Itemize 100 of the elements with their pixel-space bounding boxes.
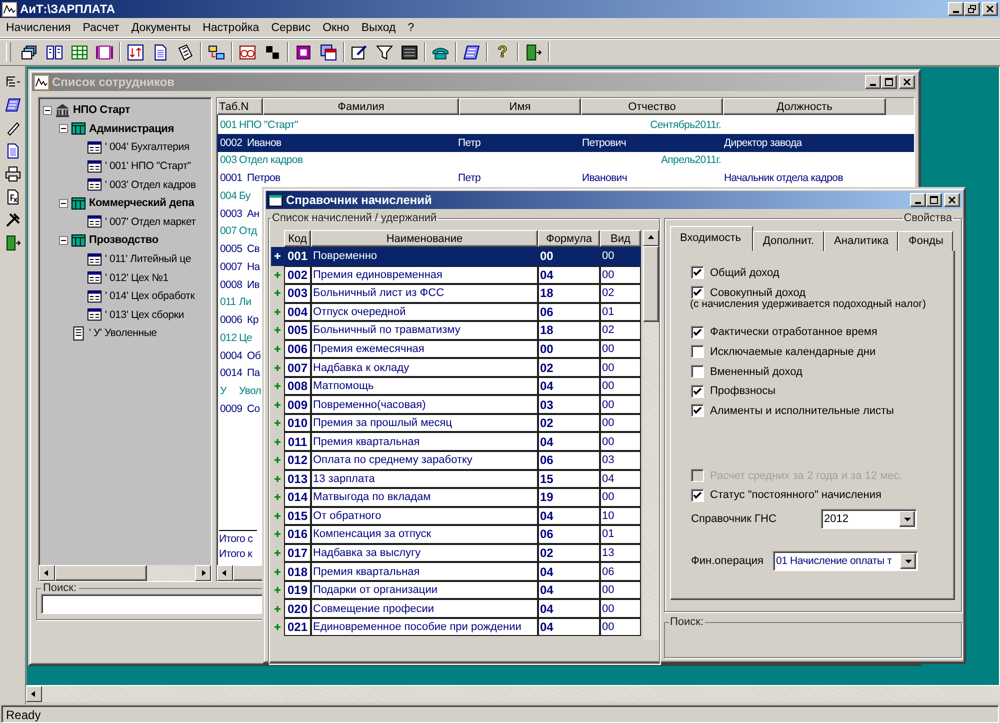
minimize-button[interactable] [948,2,964,16]
list-icon[interactable] [4,97,20,113]
table-row[interactable]: 004 Отпуск очередной 06 01 [271,302,641,322]
table-row[interactable]: 018 Премия квартальная 04 06 [271,562,641,581]
column-header[interactable]: Должность [723,98,886,115]
tree-item[interactable]: ' 012' Цех №1 [105,272,168,284]
tree-item[interactable]: Администрация [89,122,174,135]
table-row[interactable]: 016 Компенсация за отпуск 06 01 [271,525,641,544]
checkbox[interactable] [691,286,704,300]
frame-icon[interactable] [295,44,312,60]
columns-icon[interactable] [46,44,63,60]
tree-item[interactable]: ' 013' Цех сборки [105,308,184,321]
exit-icon[interactable] [4,235,20,251]
table-row[interactable]: 006 Премия ежемесячная 00 00 [271,340,641,358]
collapse-icon[interactable] [59,198,68,208]
grid-icon[interactable] [71,44,88,60]
glasses-icon[interactable] [239,44,256,60]
table-row[interactable]: 019 Подарки от организации 04 00 [271,580,641,600]
table-row[interactable]: 0002 Иванов Петр Петрович Директор завода [217,134,914,152]
formula-document-icon[interactable] [4,189,20,205]
maximize-button[interactable] [926,193,942,207]
checkbox[interactable] [691,384,704,398]
tree-item[interactable]: Коммерческий депа [89,197,194,210]
tools-icon[interactable] [4,212,20,228]
edit-icon[interactable] [351,44,368,60]
table-row[interactable]: 014 Матвыгода по вкладам 19 00 [271,488,641,507]
minimize-button[interactable] [910,193,926,207]
printer-icon[interactable] [4,166,20,182]
restore-button[interactable] [964,2,980,16]
table-row[interactable]: 009 Повременно(часовая) 03 00 [271,395,641,414]
menu-item[interactable]: Расчет [76,22,126,34]
collapse-icon[interactable] [59,236,68,245]
column-header[interactable]: Таб.N [217,98,263,115]
table-row[interactable]: 001 Повременно 00 00 [271,247,641,266]
table-row[interactable]: 0001 Петров Петр Иванович Начальник отдела кадров [217,169,914,187]
checkbox[interactable] [691,345,704,358]
eraser-icon[interactable] [4,120,20,136]
table-row[interactable]: 015 От обратного 04 10 [271,506,641,526]
checkbox[interactable] [691,365,704,378]
calculator-icon[interactable] [401,44,418,60]
tree-item[interactable]: Прозводство [89,234,158,246]
table-row[interactable]: 003 Больничный лист из ФСС 18 02 [271,284,641,303]
column-header[interactable]: Код [284,230,311,247]
table-row[interactable]: 013 13 зарплата 15 04 [271,470,641,488]
table-row[interactable]: 021 Единовременное пособие при рождении 04 00 [271,618,641,636]
column-header[interactable]: Фамилия [263,98,459,115]
operation-dropdown[interactable]: 01 Начисление оплаты т [773,551,918,572]
tree-item[interactable]: ' У' Уволенные [89,327,157,340]
bracket-icon[interactable] [96,44,113,60]
vertical-scrollbar[interactable] [643,230,659,640]
menu-item[interactable]: ? [402,22,420,34]
document-icon[interactable] [4,143,20,159]
column-header[interactable]: Формула [538,230,600,247]
table-row[interactable]: 005 Больничный по травматизму 18 02 [271,321,641,340]
table-row[interactable]: 003 Отдел кадров Апрель2011г. [217,152,914,170]
calendar-icon[interactable] [320,44,337,60]
menu-item[interactable]: Настройка [196,22,266,34]
table-row[interactable]: 010 Премия за прошлый месяц 02 00 [271,414,641,432]
document-icon[interactable] [152,44,169,60]
tab[interactable]: Фонды [898,231,954,251]
menu-item[interactable]: Выход [355,22,402,34]
checker-icon[interactable] [264,44,281,60]
table-row[interactable]: 002 Премия единовременная 04 00 [271,266,641,284]
year-dropdown[interactable]: 2012 [821,509,917,530]
close-button[interactable] [944,193,960,207]
table-row[interactable]: 001 НПО "Старт" Сентябрь2011г. [217,116,914,134]
close-button[interactable] [982,2,998,16]
tab[interactable]: Аналитика [824,231,898,251]
checkbox[interactable] [691,266,704,280]
list-icon[interactable] [463,44,480,60]
tab[interactable]: Дополнит. [752,231,824,251]
table-row[interactable]: 008 Матпомощь 04 00 [271,376,641,396]
exit-icon[interactable] [525,44,542,60]
tree-item[interactable]: ' 004' Бухгалтерия [105,141,190,154]
column-header[interactable]: Имя [459,98,581,115]
tree-item[interactable]: НПО Старт [73,104,130,116]
tree-item[interactable]: ' 014' Цех обработк [105,290,195,302]
checkbox[interactable] [691,488,704,502]
tab[interactable]: Входимость [670,226,753,251]
sort-icon[interactable] [127,44,144,60]
tree-item[interactable]: ' 001' НПО "Старт" [105,160,191,172]
checkbox[interactable] [691,326,704,339]
horizontal-scrollbar[interactable] [39,565,211,581]
table-row[interactable]: 012 Оплата по среднему заработку 06 03 [271,451,641,470]
windows-icon[interactable] [21,44,38,60]
column-header[interactable]: Отчество [581,98,723,115]
collapse-icon[interactable] [43,106,52,115]
menu-item[interactable]: Документы [125,22,197,34]
scrollbar-thumb[interactable] [643,246,659,322]
menu-item[interactable]: Сервис [265,22,317,34]
scrollbar-thumb[interactable] [55,565,147,581]
menu-item[interactable]: Начисления [0,22,77,34]
collapse-icon[interactable] [59,124,68,134]
table-row[interactable]: 011 Премия квартальная 04 00 [271,432,641,452]
table-row[interactable]: 007 Надбавка к окладу 02 00 [271,358,641,377]
column-header[interactable]: Наименование [311,230,538,247]
notepad-icon[interactable] [177,44,194,60]
exchange-icon[interactable] [208,44,225,60]
filter-icon[interactable] [376,44,393,60]
tree-item[interactable]: ' 011' Литейный це [105,253,191,266]
